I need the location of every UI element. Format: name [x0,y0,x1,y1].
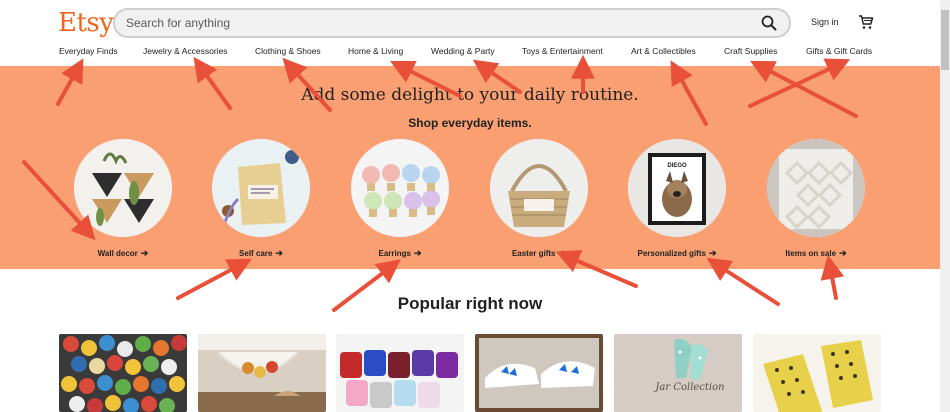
collection-script-text: Jar Collection [653,382,724,393]
nav-gifts-gift-cards[interactable]: Gifts & Gift Cards [806,46,872,56]
category-label[interactable]: Self care ➔ [206,248,316,259]
arrow-right-icon: ➔ [140,248,149,258]
self-care-image[interactable] [212,139,310,237]
dog-name-text: DIEGO [667,163,687,169]
items-on-sale-image[interactable] [767,139,865,237]
category-label[interactable]: Earrings ➔ [345,248,455,259]
nav-toys-entertainment[interactable]: Toys & Entertainment [522,46,603,56]
product-card-nail-collection[interactable]: Jar Collection [614,334,742,412]
category-label[interactable]: Wall decor ➔ [68,248,178,259]
cart-icon[interactable] [858,14,874,30]
product-card-butterfly-sneakers[interactable] [475,334,603,412]
search-bar[interactable]: Search for anything [113,8,791,38]
scrollbar-thumb[interactable] [941,10,949,70]
easter-gifts-image[interactable] [490,139,588,237]
nav-art-collectibles[interactable]: Art & Collectibles [631,46,696,56]
earrings-image[interactable] [351,139,449,237]
nav-home-living[interactable]: Home & Living [348,46,403,56]
category-nav: Everyday Finds Jewelry & Accessories Clo… [0,46,940,64]
search-input[interactable]: Search for anything [126,16,230,30]
popular-section-title: Popular right now [397,294,543,313]
site-header: Etsy Search for anything Sign in Everyda… [0,0,940,66]
product-card-bee-pattern[interactable] [753,334,881,412]
search-icon[interactable] [761,15,777,31]
arrow-right-icon: ➔ [839,248,847,258]
hero-title: Add some delight to your daily routine. [301,85,639,105]
etsy-logo[interactable]: Etsy [58,8,114,38]
arrow-right-icon: ➔ [558,248,567,258]
product-card-marbles[interactable] [59,334,187,412]
category-label[interactable]: Items on sale ➔ [761,248,871,259]
hero-banner: Add some delight to your daily routine. … [0,66,940,269]
product-card-fruit-hammock[interactable] [198,334,326,412]
sign-in-link[interactable]: Sign in [811,17,839,27]
arrow-right-icon: ➔ [413,248,422,258]
personalized-gifts-image[interactable]: DIEGO [628,139,726,237]
arrow-right-icon: ➔ [708,248,717,258]
nav-wedding-party[interactable]: Wedding & Party [431,46,495,56]
product-card-hoodies[interactable] [336,334,464,412]
nav-clothing-shoes[interactable]: Clothing & Shoes [255,46,321,56]
wall-decor-image[interactable] [74,139,172,237]
category-label[interactable]: Easter gifts ➔ [484,248,594,259]
page-scrollbar[interactable] [940,0,950,412]
hero-subtitle: Shop everyday items. [408,116,532,130]
nav-craft-supplies[interactable]: Craft Supplies [724,46,777,56]
nav-jewelry-accessories[interactable]: Jewelry & Accessories [143,46,228,56]
category-label[interactable]: Personalized gifts ➔ [622,248,732,259]
arrow-right-icon: ➔ [275,248,283,258]
nav-everyday-finds[interactable]: Everyday Finds [59,46,118,56]
